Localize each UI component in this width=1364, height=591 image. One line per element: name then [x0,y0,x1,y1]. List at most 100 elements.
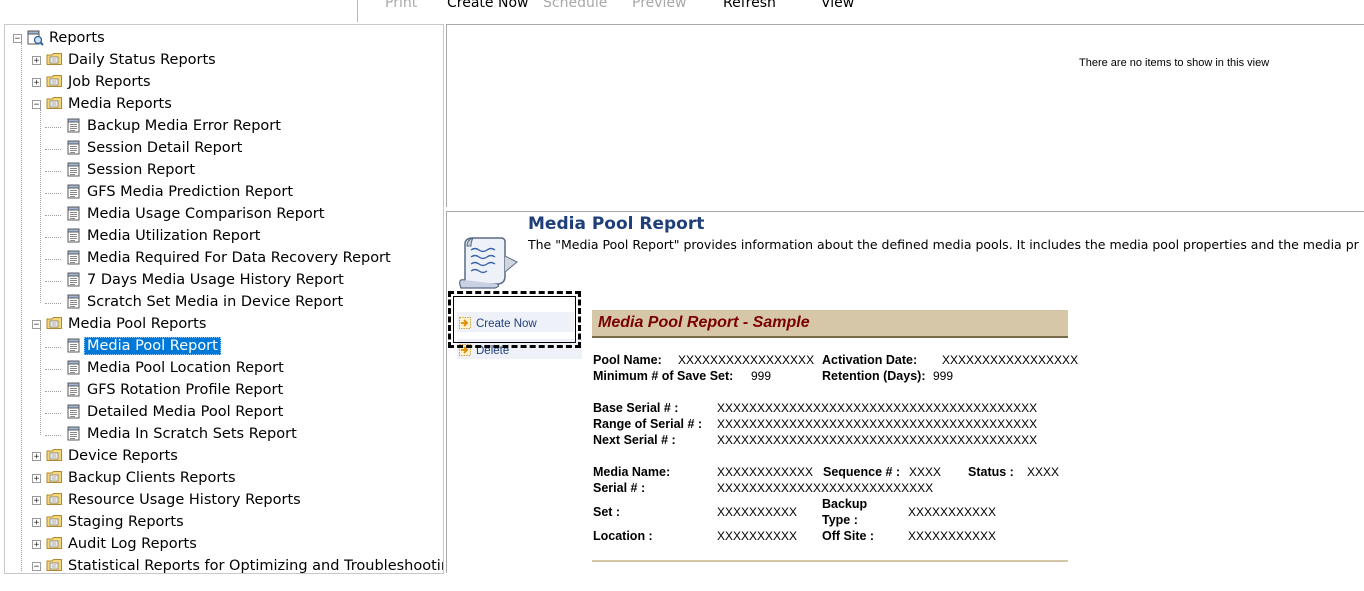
preview-button[interactable]: Preview [632,0,687,11]
pool-name-label: Pool Name: [593,353,662,367]
report-tree[interactable]: − Reports + Daily Status Reports + Job R… [4,24,444,574]
set-value: XXXXXXXXXX [717,505,798,519]
expand-toggle[interactable]: + [32,518,41,528]
report-title: Media Pool Report [528,214,705,234]
sample-report-preview: Media Pool Report - Sample Pool Name: XX… [592,310,1078,570]
tree-node-backup-clients-reports[interactable]: Backup Clients Reports [66,468,238,490]
offsite-value: XXXXXXXXXXX [908,529,997,543]
expand-toggle[interactable]: + [32,474,41,484]
next-serial-value: XXXXXXXXXXXXXXXXXXXXXXXXXXXXXXXXXXXXXXXX [717,433,1038,447]
media-name-label: Media Name: [593,465,671,479]
folder-open-icon [46,96,63,110]
min-save-set-label: Minimum # of Save Set: [593,369,734,383]
tree-node-resource-usage-history-reports[interactable]: Resource Usage History Reports [66,490,303,512]
toolbar-separator [357,0,358,22]
tree-node-backup-media-error-report[interactable]: Backup Media Error Report [85,116,283,138]
base-serial-label: Base Serial # : [593,401,679,415]
tree-node-media-pool-location-report[interactable]: Media Pool Location Report [85,358,286,380]
tree-node-statistical-reports[interactable]: Statistical Reports for Optimizing and T… [66,556,443,573]
tree-node-session-detail-report[interactable]: Session Detail Report [85,138,244,160]
report-page-icon [67,140,80,155]
tree-node-daily-status-reports[interactable]: Daily Status Reports [66,50,218,72]
report-page-icon [67,162,80,177]
tree-node-media-pool-reports[interactable]: Media Pool Reports [66,314,208,336]
base-serial-value: XXXXXXXXXXXXXXXXXXXXXXXXXXXXXXXXXXXXXXXX [717,401,1038,415]
refresh-button[interactable]: Refresh [723,0,776,11]
set-label: Set : [593,505,621,519]
tree-node-scratch-set-media-in-device-report[interactable]: Scratch Set Media in Device Report [85,292,345,314]
empty-list-message: There are no items to show in this view [1079,57,1270,69]
offsite-label: Off Site : [822,529,875,543]
tree-node-media-reports[interactable]: Media Reports [66,94,174,116]
tree-node-session-report[interactable]: Session Report [85,160,197,182]
status-value: XXXX [1027,465,1060,479]
report-page-icon [67,294,80,309]
tree-node-media-utilization-report[interactable]: Media Utilization Report [85,226,263,248]
collapse-toggle[interactable]: − [32,100,41,110]
folder-icon [46,492,63,506]
expand-toggle[interactable]: + [32,452,41,462]
report-scroll-icon [459,237,518,289]
report-page-icon [67,228,80,243]
sequence-label: Sequence # : [823,465,901,479]
location-value: XXXXXXXXXX [717,529,798,543]
next-serial-label: Next Serial # : [593,433,676,447]
report-page-icon [67,272,80,287]
tree-node-gfs-rotation-profile-report[interactable]: GFS Rotation Profile Report [85,380,285,402]
expand-toggle[interactable]: + [32,540,41,550]
report-page-icon [67,360,80,375]
tree-node-gfs-media-prediction-report[interactable]: GFS Media Prediction Report [85,182,295,204]
tree-connector [21,43,22,571]
sample-divider [592,560,1068,562]
tree-node-device-reports[interactable]: Device Reports [66,446,180,468]
backup-type-value: XXXXXXXXXXX [908,505,997,519]
sample-header: Media Pool Report - Sample [592,310,1068,338]
serial-value: XXXXXXXXXXXXXXXXXXXXXXXXXXX [717,481,934,495]
tree-node-job-reports[interactable]: Job Reports [66,72,153,94]
collapse-toggle[interactable]: − [32,562,41,572]
report-page-icon [67,206,80,221]
reports-root-icon [27,30,44,46]
status-label: Status : [968,465,1014,479]
collapse-toggle[interactable]: − [13,34,22,44]
media-name-value: XXXXXXXXXXXX [717,465,814,479]
tree-node-media-pool-report[interactable]: Media Pool Report [84,336,221,358]
folder-open-icon [46,558,63,572]
activation-date-label: Activation Date: [822,353,918,367]
tree-node-audit-log-reports[interactable]: Audit Log Reports [66,534,199,556]
tree-node-reports[interactable]: Reports [47,28,107,50]
tree-connector [40,109,41,303]
pool-name-value: XXXXXXXXXXXXXXXXX [678,353,815,367]
folder-icon [46,74,63,88]
folder-icon [46,52,63,66]
serial-label: Serial # : [593,481,646,495]
tree-node-detailed-media-pool-report[interactable]: Detailed Media Pool Report [85,402,285,424]
folder-icon [46,514,63,528]
report-description: The "Media Pool Report" provides informa… [528,237,1359,252]
min-save-set-value: 999 [751,369,772,383]
tree-node-media-in-scratch-sets-report[interactable]: Media In Scratch Sets Report [85,424,299,446]
range-serial-value: XXXXXXXXXXXXXXXXXXXXXXXXXXXXXXXXXXXXXXXX [717,417,1038,431]
tree-node-media-required-for-data-recovery-report[interactable]: Media Required For Data Recovery Report [85,248,393,270]
report-page-icon [67,118,80,133]
toolbar: Print Create Now Schedule Preview Refres… [0,0,1364,22]
expand-toggle[interactable]: + [32,78,41,88]
tree-node-staging-reports[interactable]: Staging Reports [66,512,186,534]
report-page-icon [67,250,80,265]
print-button[interactable]: Print [385,0,417,11]
create-now-button[interactable]: Create Now [447,0,528,11]
schedule-button[interactable]: Schedule [543,0,607,11]
folder-icon [46,536,63,550]
backup-type-label-2: Type : [822,513,858,527]
expand-toggle[interactable]: + [32,496,41,506]
expand-toggle[interactable]: + [32,56,41,66]
tree-node-media-usage-comparison-report[interactable]: Media Usage Comparison Report [85,204,326,226]
tree-node-7-days-media-usage-history-report[interactable]: 7 Days Media Usage History Report [85,270,346,292]
retention-value: 999 [933,369,954,383]
report-page-icon [67,404,80,419]
folder-icon [46,470,63,484]
view-button[interactable]: View [821,0,854,11]
report-list-pane[interactable]: There are no items to show in this view [446,24,1364,207]
report-page-icon [67,338,80,353]
collapse-toggle[interactable]: − [32,320,41,330]
